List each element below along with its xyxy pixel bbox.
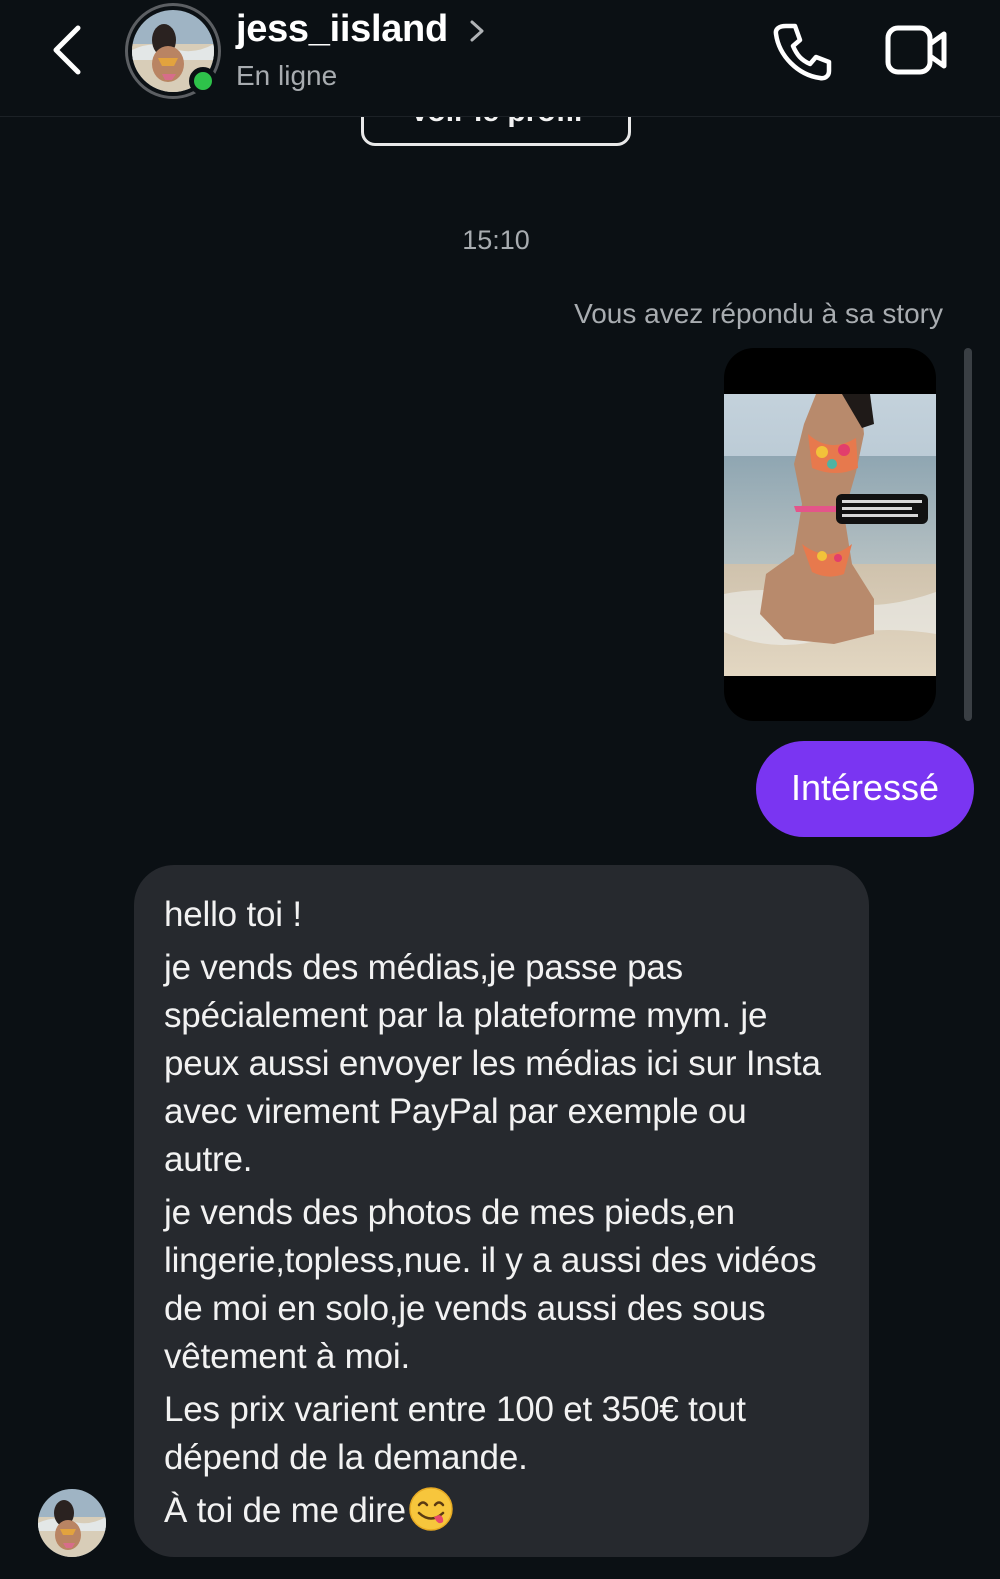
audio-call-button[interactable] <box>770 20 834 84</box>
incoming-message-line: Les prix varient entre 100 et 350€ tout … <box>164 1390 746 1477</box>
chevron-right-icon <box>470 20 484 42</box>
sender-avatar[interactable] <box>38 1489 106 1557</box>
contact-avatar[interactable] <box>125 3 221 99</box>
contact-username[interactable]: jess_iisland <box>236 8 448 51</box>
outgoing-message-bubble[interactable]: Intéressé <box>756 741 974 837</box>
incoming-message-line: À toi de me dire <box>164 1491 406 1530</box>
incoming-message-line: je vends des médias,je passe pas spécial… <box>164 948 821 1179</box>
incoming-message-last-line: À toi de me dire <box>164 1487 841 1535</box>
chevron-left-icon <box>53 25 81 75</box>
video-call-button[interactable] <box>884 22 950 80</box>
message-timestamp: 15:10 <box>462 225 530 255</box>
incoming-message-line: je vends des photos de mes pieds,en ling… <box>164 1193 817 1376</box>
thread-scrollbar[interactable] <box>964 348 972 721</box>
online-status-text: En ligne <box>236 60 338 91</box>
incoming-message-line: hello toi ! <box>164 895 302 934</box>
story-reply-preview[interactable] <box>724 348 936 721</box>
story-reply-note: Vous avez répondu à sa story <box>574 298 943 329</box>
chat-header: jess_iisland En ligne <box>0 0 1000 117</box>
back-button[interactable] <box>44 22 94 78</box>
video-camera-icon <box>885 25 947 75</box>
face-savoring-food-icon <box>409 1487 453 1531</box>
phone-icon <box>773 23 832 81</box>
online-status-dot <box>189 67 217 95</box>
incoming-message-bubble[interactable]: hello toi ! je vends des médias,je passe… <box>134 865 869 1557</box>
outgoing-message-text: Intéressé <box>790 767 940 808</box>
story-photo <box>724 394 936 676</box>
